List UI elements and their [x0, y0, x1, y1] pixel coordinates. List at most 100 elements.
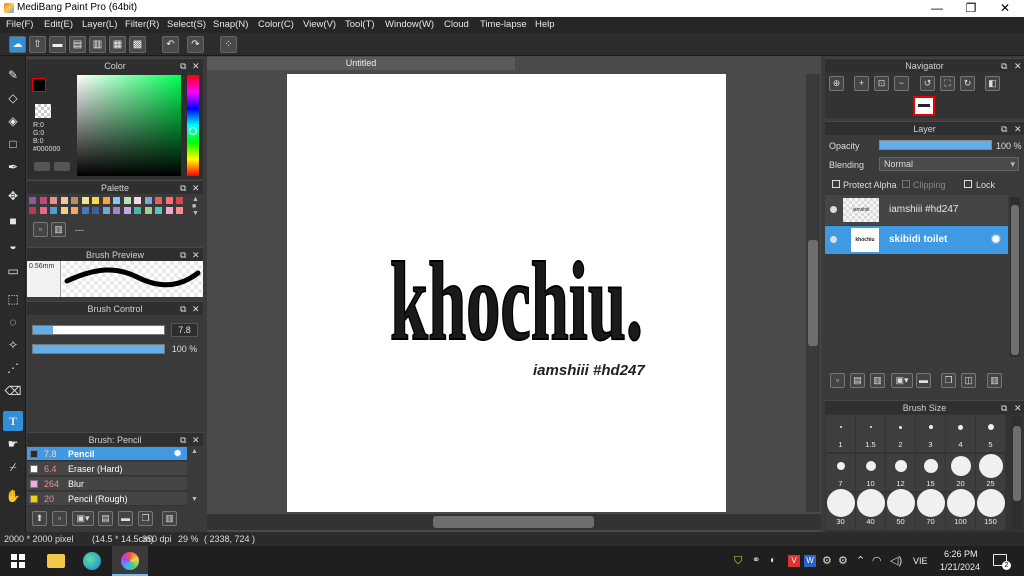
wifi-icon[interactable]: ◠	[872, 554, 882, 567]
brush-size-slider[interactable]	[32, 325, 165, 335]
undock-icon[interactable]: ⧉	[180, 248, 186, 262]
menu-timelapse[interactable]: Time-lapse	[480, 19, 527, 30]
visibility-icon[interactable]	[830, 206, 837, 213]
fit-screen-icon[interactable]: ⛶	[940, 76, 955, 91]
menu-snap[interactable]: Snap(N)	[213, 19, 248, 30]
lasso-tool-icon[interactable]: ◌	[3, 312, 23, 332]
fill-rect-tool-icon[interactable]: ■	[3, 211, 23, 231]
undock-icon[interactable]: ⧉	[1001, 122, 1007, 136]
brush-size-option[interactable]: 7	[826, 454, 855, 491]
flip-icon[interactable]: ◧	[985, 76, 1000, 91]
transparent-color[interactable]	[35, 104, 51, 118]
brush-size-option[interactable]: 50	[886, 489, 915, 530]
palette-swatch[interactable]	[29, 197, 36, 204]
palette-swatch[interactable]	[176, 207, 183, 214]
close-icon[interactable]: ✕	[192, 302, 200, 316]
brush-size-option[interactable]: 4	[946, 415, 975, 452]
palette-swatch[interactable]	[165, 197, 173, 204]
layer-scroll-thumb[interactable]	[1011, 205, 1019, 355]
menu-layer[interactable]: Layer(L)	[82, 19, 117, 30]
brush-copy-icon[interactable]: ❐	[138, 511, 153, 526]
palette-swatch[interactable]	[123, 197, 131, 204]
undock-icon[interactable]: ⧉	[180, 302, 186, 316]
undock-icon[interactable]: ⧉	[180, 433, 186, 447]
undock-icon[interactable]: ⧉	[1001, 59, 1007, 73]
menu-color[interactable]: Color(C)	[258, 19, 294, 30]
palette-swatch[interactable]	[29, 207, 36, 214]
brush-size-option[interactable]: 2	[886, 415, 915, 452]
close-icon[interactable]: ✕	[1014, 401, 1022, 415]
restore-button[interactable]: ❐	[954, 0, 988, 17]
palette-swatch[interactable]	[92, 197, 99, 204]
grid-icon[interactable]: ▦	[109, 36, 126, 53]
vertical-scroll-thumb[interactable]	[808, 240, 818, 346]
delete-swatch-icon[interactable]: ▥	[51, 222, 66, 237]
menu-edit[interactable]: Edit(E)	[44, 19, 73, 30]
brush-item[interactable]: 6.4 Eraser (Hard)	[27, 462, 187, 476]
folder-icon[interactable]: ▬	[916, 373, 931, 388]
menu-cloud[interactable]: Cloud	[444, 19, 469, 30]
rotate-left-icon[interactable]: ↺	[920, 76, 935, 91]
brush-item[interactable]: 20 Pencil (Rough)	[27, 492, 187, 506]
eraser-tool-icon[interactable]: ◇	[3, 88, 23, 108]
palette-swatch[interactable]	[60, 207, 68, 214]
windows-start-icon[interactable]	[11, 554, 25, 568]
visibility-icon[interactable]	[830, 236, 837, 243]
zoom-fit-icon[interactable]: ⊕	[829, 76, 844, 91]
upload-icon[interactable]: ⇧	[29, 36, 46, 53]
input-language[interactable]: VIE	[913, 556, 928, 566]
edge-browser-icon[interactable]	[83, 552, 101, 570]
gradient-tool-icon[interactable]: ▭	[3, 261, 23, 281]
close-icon[interactable]: ✕	[192, 433, 200, 447]
shape-tool-icon[interactable]: □	[3, 134, 23, 154]
brush-list-scroll[interactable]: ▲ ▼	[191, 448, 199, 508]
brush-size-option[interactable]: 12	[886, 454, 915, 491]
minimize-button[interactable]: —	[920, 0, 954, 17]
chevron-up-icon[interactable]: ⌃	[856, 554, 865, 567]
color-settings-button[interactable]	[34, 162, 50, 171]
palette-swatch[interactable]	[134, 207, 141, 214]
palette-swatch[interactable]	[39, 207, 47, 214]
brush-size-option[interactable]: 1.5	[856, 415, 885, 452]
lock-checkbox[interactable]	[964, 180, 972, 188]
magic-wand-tool-icon[interactable]: ✧	[3, 335, 23, 355]
new-brush-icon[interactable]: ▫	[52, 511, 67, 526]
layer-row[interactable]: iamshiii iamshiii #hd247	[825, 195, 1008, 225]
palette-swatch[interactable]	[71, 207, 78, 214]
redo-icon[interactable]: ↷	[187, 36, 204, 53]
palette-swatch[interactable]	[81, 197, 89, 204]
palette-swatch[interactable]	[134, 197, 141, 204]
word-icon[interactable]: W	[804, 555, 816, 567]
new-layer-8bit-icon[interactable]: ▥	[870, 373, 885, 388]
menu-select[interactable]: Select(S)	[167, 19, 206, 30]
document-icon[interactable]: ▥	[89, 36, 106, 53]
brush-size-scroll-thumb[interactable]	[1013, 426, 1021, 501]
rotate-right-icon[interactable]: ↻	[960, 76, 975, 91]
brush-tool-icon[interactable]: ✎	[3, 65, 23, 85]
merge-layer-icon[interactable]: ◫	[961, 373, 976, 388]
brush-size-option[interactable]: 25	[976, 454, 1005, 491]
comment-icon[interactable]: ▤	[69, 36, 86, 53]
palette-swatch[interactable]	[144, 207, 152, 214]
color-swap-button[interactable]	[54, 162, 70, 171]
add-swatch-icon[interactable]: ▫	[33, 222, 48, 237]
palette-swatch[interactable]	[102, 197, 110, 204]
shield-icon[interactable]: ⛉	[734, 555, 742, 568]
palette-swatch[interactable]	[165, 207, 173, 214]
close-icon[interactable]: ✕	[192, 248, 200, 262]
gear-icon[interactable]: ✹	[173, 447, 182, 460]
menu-view[interactable]: View(V)	[303, 19, 336, 30]
menu-help[interactable]: Help	[535, 19, 555, 30]
clock-date[interactable]: 1/21/2024	[940, 562, 980, 572]
close-icon[interactable]: ✕	[192, 181, 200, 195]
layer-scrollbar[interactable]	[1010, 197, 1020, 357]
undock-icon[interactable]: ⧉	[1001, 401, 1007, 415]
layer-row-selected[interactable]: khochiu skibidi toilet ✹	[825, 226, 1008, 254]
clipping-checkbox[interactable]	[902, 180, 910, 188]
brush-size-option[interactable]: 1	[826, 415, 855, 452]
foreground-color[interactable]	[32, 78, 46, 92]
add-brush-icon[interactable]: ⬆	[32, 511, 47, 526]
hue-slider[interactable]	[187, 75, 199, 176]
zoom-out-icon[interactable]: −	[894, 76, 909, 91]
clock-time[interactable]: 6:26 PM	[944, 549, 978, 559]
